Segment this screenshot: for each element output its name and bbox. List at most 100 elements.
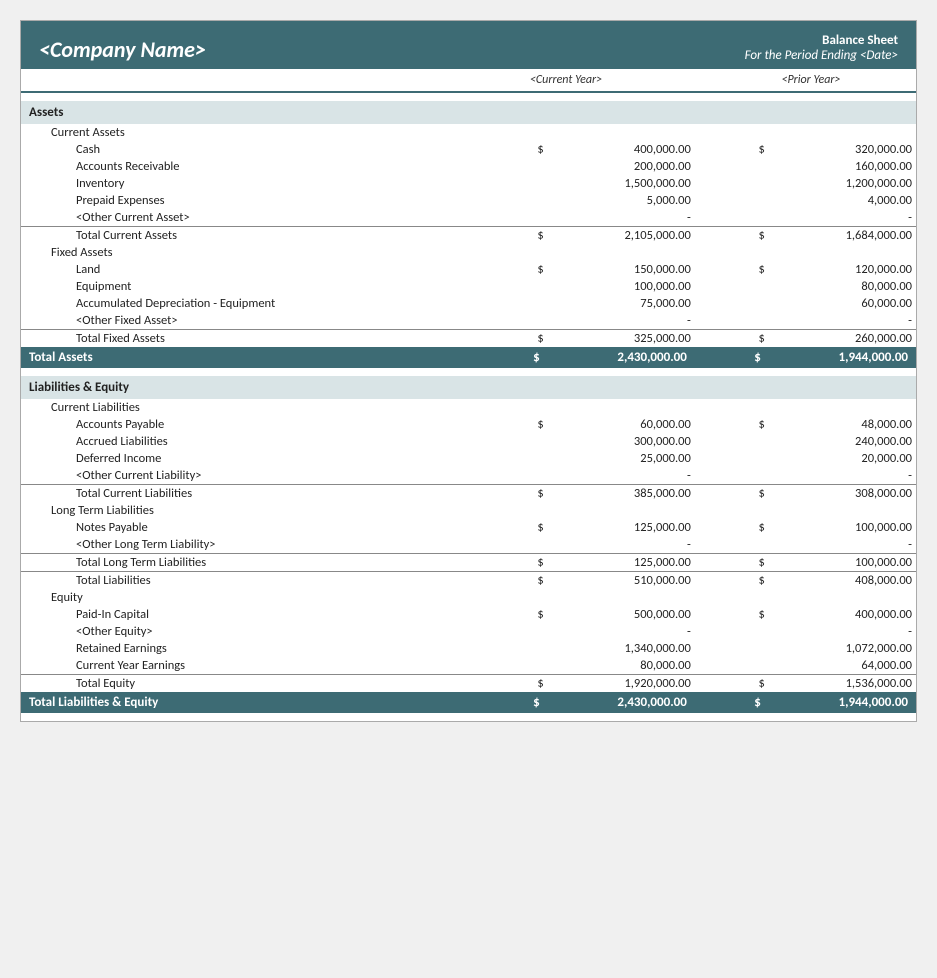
total-le-cy-dollar: $ [474, 692, 548, 713]
total-eq-cy-value: 1,920,000.00 [548, 675, 695, 693]
paid-in-cy-value: 500,000.00 [548, 606, 695, 623]
balance-sheet: <Company Name> Balance Sheet For the Per… [20, 20, 917, 722]
land-cy-value: 150,000.00 [548, 261, 695, 278]
accr-liab-py-value: 240,000.00 [769, 433, 916, 450]
total-le-cy-value: 2,430,000.00 [548, 692, 695, 713]
spacer-row [21, 93, 916, 101]
other-lt-py-value: - [769, 536, 916, 554]
col-header-cy: <Current Year> [426, 73, 706, 87]
total-ca-py-value: 1,684,000.00 [769, 227, 916, 245]
ar-cy-value: 200,000.00 [548, 158, 695, 175]
total-lt-label: Total Long Term Liabilities [21, 554, 474, 572]
column-headers: <Current Year> <Prior Year> [21, 69, 916, 93]
total-le-py-dollar: $ [695, 692, 769, 713]
current-liab-header-row: Current Liabilities [21, 399, 916, 416]
total-liab-py-value: 408,000.00 [769, 572, 916, 590]
current-assets-header-row: Current Assets [21, 124, 916, 141]
report-subtitle: For the Period Ending <Date> [745, 48, 898, 63]
paid-in-py-value: 400,000.00 [769, 606, 916, 623]
total-liab-cy-value: 510,000.00 [548, 572, 695, 590]
cy-earn-row: Current Year Earnings 80,000.00 64,000.0… [21, 657, 916, 675]
total-cl-py-dollar: $ [695, 485, 769, 503]
notes-label: Notes Payable [21, 519, 474, 536]
prepaid-cy-value: 5,000.00 [548, 192, 695, 209]
paid-in-cy-dollar: $ [474, 606, 548, 623]
total-fa-row: Total Fixed Assets $ 325,000.00 $ 260,00… [21, 330, 916, 348]
total-fa-py-dollar: $ [695, 330, 769, 348]
total-fa-label: Total Fixed Assets [21, 330, 474, 348]
equipment-py-value: 80,000.00 [769, 278, 916, 295]
total-eq-py-dollar: $ [695, 675, 769, 693]
total-ca-row: Total Current Assets $ 2,105,000.00 $ 1,… [21, 227, 916, 245]
cy-earn-label: Current Year Earnings [21, 657, 474, 675]
ap-row: Accounts Payable $ 60,000.00 $ 48,000.00 [21, 416, 916, 433]
assets-section-header: Assets [21, 101, 916, 124]
land-py-dollar: $ [695, 261, 769, 278]
fixed-assets-label: Fixed Assets [21, 244, 474, 261]
accum-dep-row: Accumulated Depreciation - Equipment 75,… [21, 295, 916, 312]
other-fa-row: <Other Fixed Asset> - - [21, 312, 916, 330]
total-eq-py-value: 1,536,000.00 [769, 675, 916, 693]
ap-cy-dollar: $ [474, 416, 548, 433]
ap-py-dollar: $ [695, 416, 769, 433]
total-lt-cy-value: 125,000.00 [548, 554, 695, 572]
spacer-bottom [21, 713, 916, 721]
notes-py-dollar: $ [695, 519, 769, 536]
cash-py-value: 320,000.00 [769, 141, 916, 158]
retained-cy-value: 1,340,000.00 [548, 640, 695, 657]
ap-py-value: 48,000.00 [769, 416, 916, 433]
total-lt-py-dollar: $ [695, 554, 769, 572]
total-assets-row: Total Assets $ 2,430,000.00 $ 1,944,000.… [21, 347, 916, 368]
total-ca-py-dollar: $ [695, 227, 769, 245]
balance-sheet-table: Assets Current Assets Cash $ 400,000.00 … [21, 93, 916, 721]
equity-header-row: Equity [21, 589, 916, 606]
accum-dep-py-value: 60,000.00 [769, 295, 916, 312]
cy-earn-py-value: 64,000.00 [769, 657, 916, 675]
total-le-label: Total Liabilities & Equity [21, 692, 474, 713]
lt-liab-header-row: Long Term Liabilities [21, 502, 916, 519]
cy-earn-cy-value: 80,000.00 [548, 657, 695, 675]
accr-liab-row: Accrued Liabilities 300,000.00 240,000.0… [21, 433, 916, 450]
total-cl-py-value: 308,000.00 [769, 485, 916, 503]
land-row: Land $ 150,000.00 $ 120,000.00 [21, 261, 916, 278]
inventory-py-value: 1,200,000.00 [769, 175, 916, 192]
accum-dep-cy-value: 75,000.00 [548, 295, 695, 312]
inventory-cy-value: 1,500,000.00 [548, 175, 695, 192]
current-assets-label: Current Assets [21, 124, 474, 141]
equipment-cy-value: 100,000.00 [548, 278, 695, 295]
total-cl-row: Total Current Liabilities $ 385,000.00 $… [21, 485, 916, 503]
total-assets-py-dollar: $ [695, 347, 769, 368]
deferred-py-value: 20,000.00 [769, 450, 916, 467]
other-eq-row: <Other Equity> - - [21, 623, 916, 640]
notes-py-value: 100,000.00 [769, 519, 916, 536]
total-assets-cy-dollar: $ [474, 347, 548, 368]
total-assets-label: Total Assets [21, 347, 474, 368]
current-liab-label: Current Liabilities [21, 399, 474, 416]
prepaid-label: Prepaid Expenses [21, 192, 474, 209]
total-cl-cy-dollar: $ [474, 485, 548, 503]
lt-liab-label: Long Term Liabilities [21, 502, 474, 519]
other-ca-label: <Other Current Asset> [21, 209, 474, 227]
total-liab-py-dollar: $ [695, 572, 769, 590]
notes-cy-value: 125,000.00 [548, 519, 695, 536]
other-cl-cy-value: - [548, 467, 695, 485]
total-liab-cy-dollar: $ [474, 572, 548, 590]
retained-label: Retained Earnings [21, 640, 474, 657]
cash-label: Cash [21, 141, 474, 158]
liab-equity-section-header: Liabilities & Equity [21, 376, 916, 399]
other-lt-label: <Other Long Term Liability> [21, 536, 474, 554]
total-cl-cy-value: 385,000.00 [548, 485, 695, 503]
accum-dep-label: Accumulated Depreciation - Equipment [21, 295, 474, 312]
equity-label: Equity [21, 589, 474, 606]
inventory-row: Inventory 1,500,000.00 1,200,000.00 [21, 175, 916, 192]
report-title: Balance Sheet [745, 33, 898, 48]
col-header-py: <Prior Year> [706, 73, 916, 87]
total-liab-label: Total Liabilities [21, 572, 474, 590]
ar-row: Accounts Receivable 200,000.00 160,000.0… [21, 158, 916, 175]
accr-liab-cy-value: 300,000.00 [548, 433, 695, 450]
prepaid-row: Prepaid Expenses 5,000.00 4,000.00 [21, 192, 916, 209]
total-cl-label: Total Current Liabilities [21, 485, 474, 503]
other-ca-cy-value: - [548, 209, 695, 227]
accr-liab-label: Accrued Liabilities [21, 433, 474, 450]
cash-py-dollar: $ [695, 141, 769, 158]
